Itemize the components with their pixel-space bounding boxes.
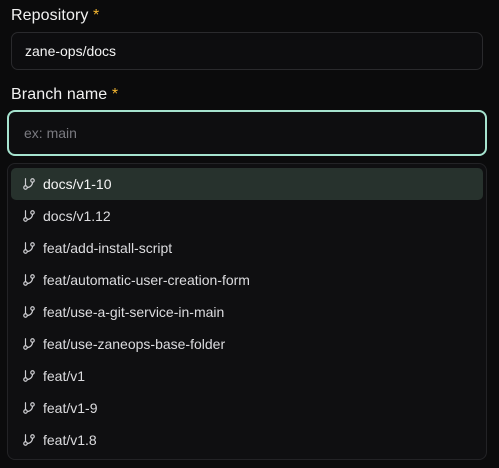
git-branch-icon xyxy=(21,240,37,256)
git-branch-icon xyxy=(21,432,37,448)
branch-option[interactable]: docs/v1-10 xyxy=(11,168,483,200)
branch-name-label: Branch name * xyxy=(11,86,118,104)
git-branch-icon xyxy=(21,368,37,384)
branch-name-required-mark: * xyxy=(111,86,119,103)
git-branch-icon xyxy=(21,304,37,320)
branch-option-label: feat/add-install-script xyxy=(43,240,173,256)
branch-option-label: feat/use-zaneops-base-folder xyxy=(43,336,226,352)
branch-option[interactable]: feat/add-install-script xyxy=(11,232,483,264)
branch-option[interactable]: feat/use-a-git-service-in-main xyxy=(11,296,483,328)
branch-name-input[interactable] xyxy=(7,110,487,156)
git-branch-icon xyxy=(21,400,37,416)
repository-label-text: Repository xyxy=(11,7,89,24)
branch-option-label: feat/use-a-git-service-in-main xyxy=(43,304,225,320)
branch-option-label: docs/v1.12 xyxy=(43,208,111,224)
branch-option-label: feat/v1 xyxy=(43,368,86,384)
branch-option[interactable]: feat/v1 xyxy=(11,360,483,392)
branch-suggestions-list: docs/v1-10 docs/v1.12 feat/add-install-s… xyxy=(7,163,487,460)
branch-name-label-text: Branch name xyxy=(11,86,108,103)
branch-option[interactable]: feat/use-zaneops-base-folder xyxy=(11,328,483,360)
git-branch-icon xyxy=(21,272,37,288)
repository-required-mark: * xyxy=(93,7,100,24)
branch-option-label: feat/automatic-user-creation-form xyxy=(43,272,250,288)
branch-option[interactable]: feat/automatic-user-creation-form xyxy=(11,264,483,296)
branch-option[interactable]: feat/v1.8 xyxy=(11,424,483,456)
git-branch-icon xyxy=(21,176,37,192)
git-branch-icon xyxy=(21,336,37,352)
branch-option-label: feat/v1.8 xyxy=(43,432,97,448)
branch-option-label: docs/v1-10 xyxy=(43,176,112,192)
branch-option[interactable]: docs/v1.12 xyxy=(11,200,483,232)
repository-label: Repository * xyxy=(11,7,99,25)
repository-value: zane-ops/docs xyxy=(25,43,117,59)
repository-field[interactable]: zane-ops/docs xyxy=(11,32,483,70)
branch-option-label: feat/v1-9 xyxy=(43,400,98,416)
branch-option[interactable]: feat/v1-9 xyxy=(11,392,483,424)
git-branch-icon xyxy=(21,208,37,224)
